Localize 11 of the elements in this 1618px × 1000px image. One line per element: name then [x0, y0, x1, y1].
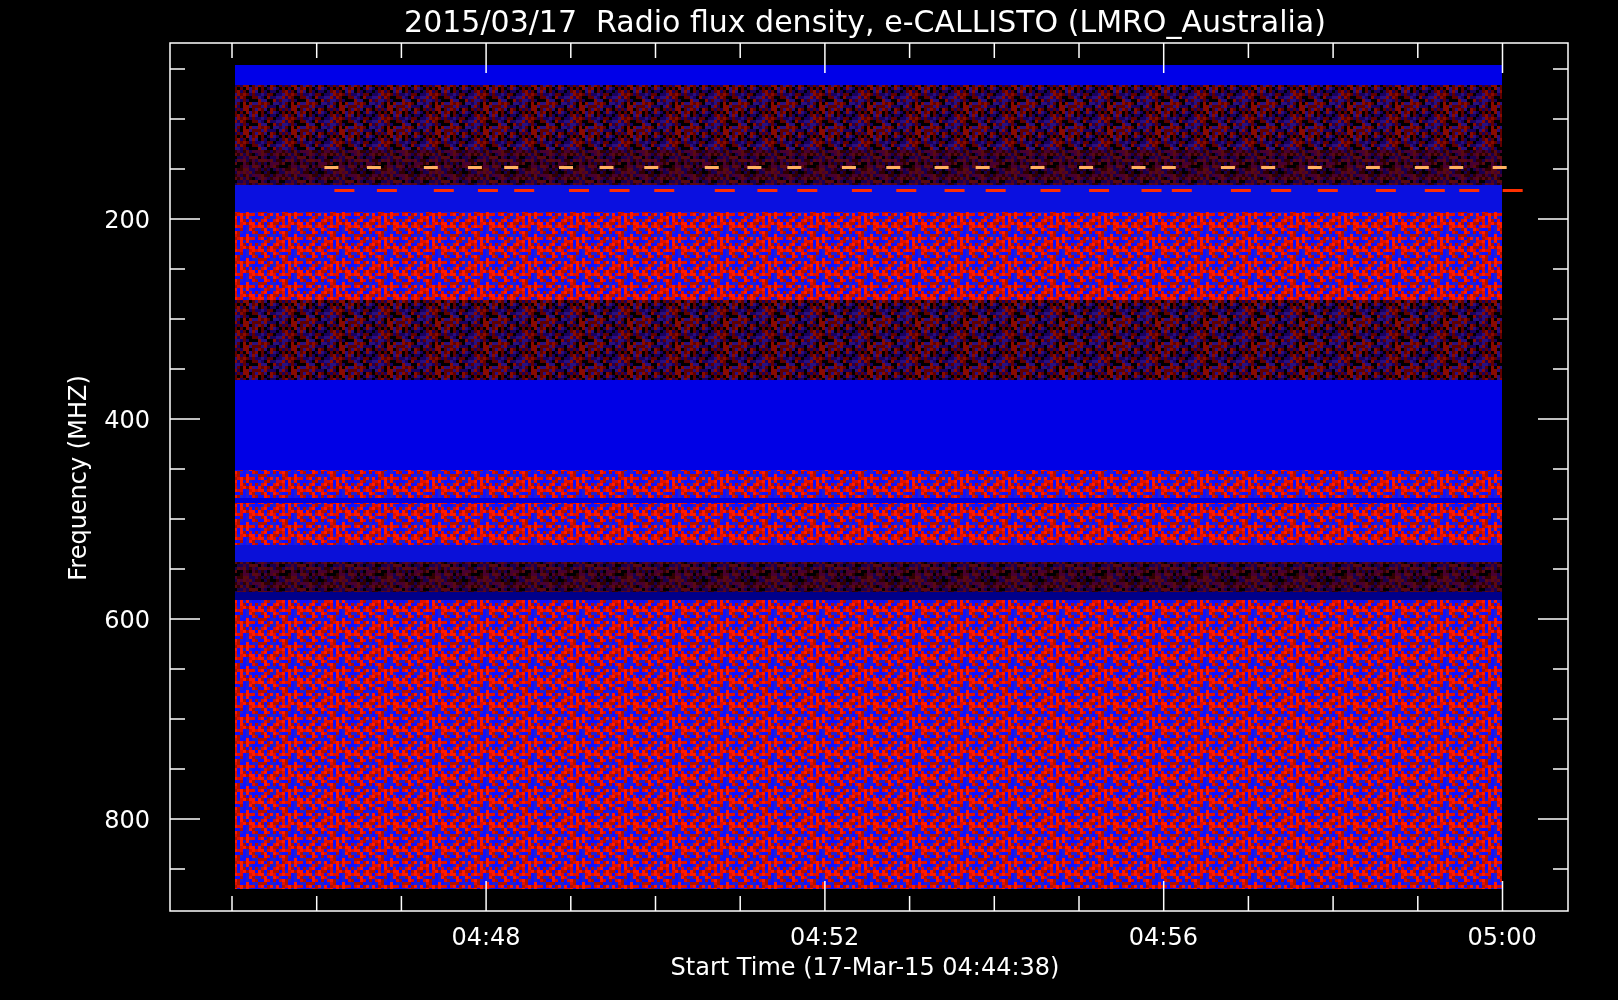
axis-label: Start Time (17-Mar-15 04:44:38) [670, 953, 1060, 981]
tick-label: 400 [104, 406, 150, 434]
tick-label: 600 [104, 606, 150, 634]
tick-label: 04:52 [790, 923, 860, 951]
tick-label: 200 [104, 206, 150, 234]
tick-label: 05:00 [1467, 923, 1537, 951]
chart-title: 2015/03/17 Radio flux density, e-CALLISTO (LMRO_Australia) [404, 4, 1326, 39]
tick-label: 04:56 [1128, 923, 1198, 951]
tick-label: 800 [104, 806, 150, 834]
tick-label: 04:48 [451, 923, 521, 951]
axis-label: Frequency (MHZ) [64, 375, 92, 581]
